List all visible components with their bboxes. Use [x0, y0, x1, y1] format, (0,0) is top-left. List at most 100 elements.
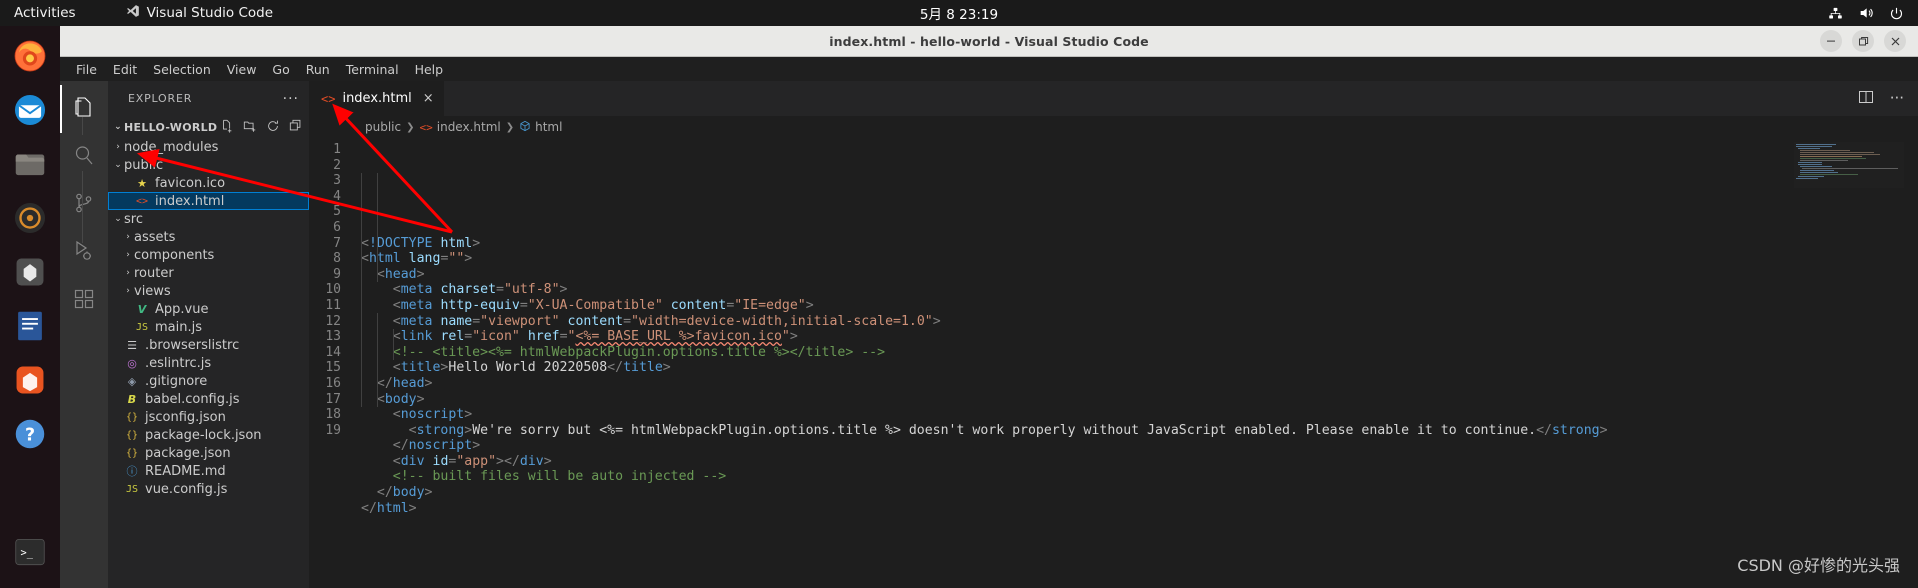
- code-line[interactable]: <meta charset="utf-8">: [361, 282, 1918, 298]
- power-icon[interactable]: [1889, 6, 1904, 21]
- activity-search[interactable]: [60, 133, 108, 181]
- dock-item-firefox[interactable]: [8, 34, 52, 78]
- folder-section-header[interactable]: ⌄ HELLO-WORLD: [108, 116, 309, 138]
- more-actions-icon[interactable]: ···: [1890, 91, 1904, 106]
- code-line[interactable]: <body>: [361, 392, 1918, 408]
- dock-item-rhythmbox[interactable]: [8, 196, 52, 240]
- tree-item-public[interactable]: ⌄ public: [108, 156, 309, 174]
- line-number: 4: [333, 188, 341, 204]
- code-line[interactable]: </body>: [361, 485, 1918, 501]
- tree-item-favicon-ico[interactable]: ★ favicon.ico: [108, 174, 309, 192]
- tab-index-html[interactable]: <> index.html ×: [309, 81, 445, 116]
- menu-view[interactable]: View: [219, 59, 265, 80]
- explorer-more-actions-icon[interactable]: ···: [283, 91, 299, 107]
- tree-item-index-html[interactable]: <> index.html: [108, 192, 309, 210]
- menu-go[interactable]: Go: [264, 59, 297, 80]
- tree-item-babel-config-js[interactable]: Bbabel.config.js: [108, 390, 309, 408]
- tree-item-components[interactable]: › components: [108, 246, 309, 264]
- activity-explorer[interactable]: [60, 85, 108, 133]
- close-icon[interactable]: ×: [423, 91, 434, 106]
- tree-item-main-js[interactable]: JS main.js: [108, 318, 309, 336]
- code-line[interactable]: [361, 516, 1918, 532]
- code-line[interactable]: <div id="app"></div>: [361, 454, 1918, 470]
- line-number: 12: [325, 313, 341, 329]
- code-editor[interactable]: 1 2 3 4 5 6 7 8 9 10 11 12 13 14 15 16 17 18 19 <!DOCTYPE …: [309, 138, 1918, 588]
- tree-item-label: public: [124, 157, 164, 173]
- tree-item-package-json[interactable]: {} package.json: [108, 444, 309, 462]
- indent-guide: [393, 329, 394, 360]
- chevron-right-icon: ›: [126, 250, 130, 260]
- editor-group: <> index.html × ··· public ❯ <> index.ht…: [309, 81, 1918, 588]
- tree-item-node-modules[interactable]: › node_modules: [108, 138, 309, 156]
- editor-vertical-scrollbar[interactable]: [1904, 138, 1918, 588]
- minimize-button[interactable]: [1820, 30, 1842, 52]
- new-file-icon[interactable]: [220, 119, 234, 136]
- code-line[interactable]: </head>: [361, 376, 1918, 392]
- code-line[interactable]: <head>: [361, 267, 1918, 283]
- volume-icon[interactable]: [1858, 5, 1874, 21]
- menu-edit[interactable]: Edit: [105, 59, 145, 80]
- network-icon[interactable]: [1828, 6, 1843, 21]
- menu-help[interactable]: Help: [407, 59, 452, 80]
- tree-item-gitignore[interactable]: ◈ .gitignore: [108, 372, 309, 390]
- source-control-icon: [72, 191, 96, 219]
- tree-item-vue-config-js[interactable]: JS vue.config.js: [108, 480, 309, 498]
- dock-item-terminal[interactable]: >_: [8, 530, 52, 574]
- code-line[interactable]: <title>Hello World 20220508</title>: [361, 360, 1918, 376]
- dock-item-libreoffice-writer[interactable]: [8, 304, 52, 348]
- code-line[interactable]: </html>: [361, 501, 1918, 517]
- dock-item-ubuntu-software[interactable]: [8, 250, 52, 294]
- window-titlebar: index.html - hello-world - Visual Studio…: [60, 26, 1918, 57]
- tree-item-readme-md[interactable]: ⓘ README.md: [108, 462, 309, 480]
- code-line[interactable]: <link rel="icon" href="<%= BASE_URL %>fa…: [361, 329, 1918, 345]
- code-line[interactable]: <!-- <title><%= htmlWebpackPlugin.option…: [361, 345, 1918, 361]
- code-content[interactable]: <!DOCTYPE html> <html lang=""> <head> <me…: [361, 138, 1918, 588]
- code-line[interactable]: <strong>We're sorry but <%= htmlWebpackP…: [361, 423, 1918, 439]
- code-line[interactable]: <!DOCTYPE html>: [361, 236, 1918, 252]
- code-line[interactable]: <meta http-equiv="X-UA-Compatible" conte…: [361, 298, 1918, 314]
- refresh-icon[interactable]: [266, 119, 280, 136]
- tree-item-label: views: [134, 283, 171, 299]
- breadcrumb-item-html-symbol[interactable]: html: [519, 120, 562, 135]
- menu-run[interactable]: Run: [298, 59, 338, 80]
- split-editor-icon[interactable]: [1858, 89, 1874, 109]
- dock-item-thunderbird[interactable]: [8, 88, 52, 132]
- tree-item-eslintrc-js[interactable]: ◎ .eslintrc.js: [108, 354, 309, 372]
- tree-item-package-lock-json[interactable]: {} package-lock.json: [108, 426, 309, 444]
- clock[interactable]: 5月 8 23:19: [0, 3, 1918, 23]
- activity-run-and-debug[interactable]: [60, 229, 108, 277]
- screen: Activities Visual Studio Code 5月 8 23:19: [0, 0, 1918, 588]
- tree-item-src[interactable]: ⌄ src: [108, 210, 309, 228]
- tree-item-app-vue[interactable]: V App.vue: [108, 300, 309, 318]
- dock-item-help[interactable]: ?: [8, 412, 52, 456]
- minimap[interactable]: [1794, 138, 1904, 588]
- dock-item-files[interactable]: [8, 142, 52, 186]
- code-line[interactable]: <meta name="viewport" content="width=dev…: [361, 314, 1918, 330]
- close-button[interactable]: [1884, 30, 1906, 52]
- tree-item-views[interactable]: › views: [108, 282, 309, 300]
- tree-item-browserslistrc[interactable]: ☰ .browserslistrc: [108, 336, 309, 354]
- list-icon: ☰: [127, 338, 137, 352]
- tree-item-jsconfig-json[interactable]: {} jsconfig.json: [108, 408, 309, 426]
- code-line[interactable]: <!-- built files will be auto injected -…: [361, 469, 1918, 485]
- code-line[interactable]: <html lang="">: [361, 251, 1918, 267]
- menu-file[interactable]: File: [68, 59, 105, 80]
- code-line[interactable]: </noscript>: [361, 438, 1918, 454]
- dock-item-app-center[interactable]: [8, 358, 52, 402]
- code-line[interactable]: <noscript>: [361, 407, 1918, 423]
- breadcrumb-item-index-html[interactable]: <> index.html: [420, 120, 501, 134]
- activity-extensions[interactable]: [60, 277, 108, 325]
- menu-terminal[interactable]: Terminal: [338, 59, 407, 80]
- html-icon: <>: [321, 91, 336, 106]
- menu-selection[interactable]: Selection: [145, 59, 219, 80]
- maximize-button[interactable]: [1852, 30, 1874, 52]
- symbol-icon: [519, 120, 531, 135]
- window-controls: [1820, 26, 1906, 56]
- breadcrumb-item-public[interactable]: public: [365, 120, 401, 134]
- system-tray[interactable]: [1828, 5, 1904, 21]
- activity-source-control[interactable]: [60, 181, 108, 229]
- tree-item-router[interactable]: › router: [108, 264, 309, 282]
- collapse-all-icon[interactable]: [289, 119, 303, 136]
- tree-item-assets[interactable]: › assets: [108, 228, 309, 246]
- new-folder-icon[interactable]: [243, 119, 257, 136]
